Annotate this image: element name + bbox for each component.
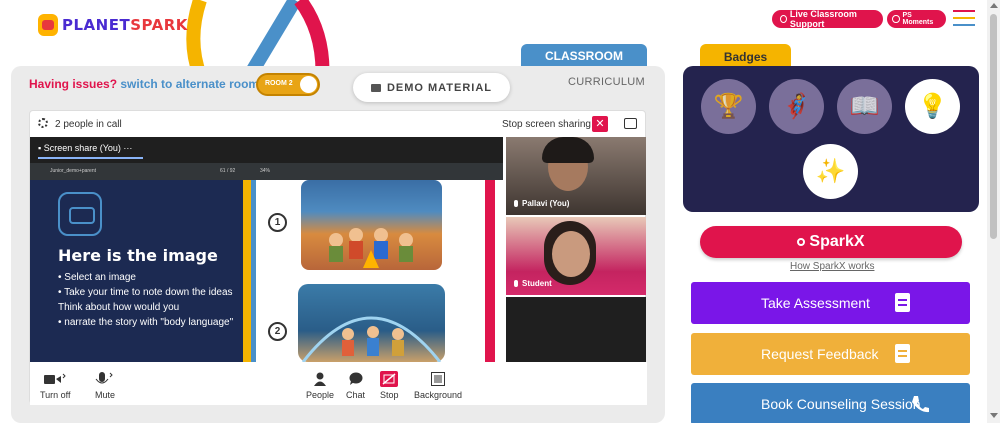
scroll-down-icon[interactable] (990, 413, 998, 418)
hamburger-menu-icon[interactable] (953, 10, 975, 28)
aquarium-scene-image[interactable] (298, 284, 445, 363)
room-toggle[interactable]: ROOM 2 (256, 73, 320, 96)
microphone-icon (94, 371, 116, 387)
chat-button[interactable]: Chat (346, 371, 365, 400)
robot-icon (58, 192, 102, 236)
pdf-toolbar: Junior_demo+parent 61 / 92 34% (30, 163, 503, 180)
how-sparkx-works-link[interactable]: How SparkX works (790, 261, 874, 272)
switch-room-link[interactable]: switch to alternate room (120, 77, 259, 91)
mic-icon (514, 200, 518, 207)
scroll-thumb[interactable] (990, 14, 997, 239)
background-icon (431, 371, 446, 387)
number-badge: 2 (268, 322, 287, 341)
chat-bubble-icon (349, 371, 363, 387)
toggle-knob (300, 76, 317, 93)
support-icon (780, 15, 787, 23)
request-feedback-button[interactable]: Request Feedback (691, 333, 970, 375)
camera-icon (44, 371, 66, 387)
demo-material-button[interactable]: DEMO MATERIAL (353, 73, 510, 102)
camera-toggle-button[interactable]: Turn off (40, 371, 71, 400)
person-icon (313, 371, 327, 387)
planetspark-logo[interactable]: PLANETSPARK (38, 14, 188, 36)
alternate-room-prompt: Having issues? switch to alternate room (29, 77, 260, 91)
stop-sharing-close-icon[interactable]: ✕ (592, 116, 608, 132)
document-icon (895, 344, 910, 363)
moments-icon (892, 15, 900, 23)
ps-moments-button[interactable]: PS Moments (887, 10, 946, 28)
settings-icon[interactable] (38, 118, 48, 128)
book-counseling-button[interactable]: Book Counseling Session (691, 383, 970, 423)
trophy-badge-icon[interactable]: 🏆 (701, 79, 756, 134)
screen-share-tab: ▪ Screen share (You) ··· (38, 143, 144, 159)
people-button[interactable]: People (306, 371, 334, 400)
mute-button[interactable]: Mute (94, 371, 116, 400)
campfire-scene-image[interactable] (301, 180, 442, 270)
participant-video-pallavi[interactable]: Pallavi (You) (506, 137, 646, 215)
slide-right-pane: 1 2 (243, 180, 503, 363)
call-controls: Turn off Mute People Chat Stop Backgroun… (30, 362, 647, 405)
clipboard-icon (895, 293, 910, 312)
call-header: 2 people in call Stop screen sharing ✕ (30, 111, 647, 137)
video-call-window: 2 people in call Stop screen sharing ✕ ▪… (29, 110, 647, 405)
screen-share-area: ▪ Screen share (You) ··· Junior_demo+par… (30, 137, 503, 363)
slide-bullets: • Select an image • Take your time to no… (58, 272, 234, 328)
mic-icon (514, 280, 518, 287)
picture-in-picture-icon[interactable] (624, 118, 637, 129)
spark-badge-icon[interactable]: ✨ (803, 144, 858, 199)
live-classroom-support-button[interactable]: Live Classroom Support (772, 9, 883, 29)
stop-sharing-label: Stop screen sharing (502, 119, 591, 130)
phone-icon (912, 396, 929, 413)
people-count: 2 people in call (55, 119, 122, 130)
scroll-up-icon[interactable] (990, 3, 998, 8)
number-badge: 1 (268, 213, 287, 232)
folder-icon (370, 83, 381, 92)
participant-video-student[interactable]: Student (506, 217, 646, 295)
robot-logo-icon (38, 14, 58, 36)
badges-panel: 🏆 🦸 📖 💡 ✨ (683, 66, 979, 212)
slide-title: Here is the image (58, 246, 218, 265)
take-assessment-button[interactable]: Take Assessment (691, 282, 970, 324)
stop-present-icon (380, 371, 399, 387)
stop-share-button[interactable]: Stop (380, 371, 399, 400)
sparkx-icon (797, 238, 806, 246)
slide-left-pane: Here is the image • Select an image • Ta… (30, 180, 243, 362)
idea-badge-icon[interactable]: 💡 (905, 79, 960, 134)
tab-curriculum[interactable]: CURRICULUM (568, 76, 645, 88)
background-button[interactable]: Background (414, 371, 462, 400)
hero-badge-icon[interactable]: 🦸 (769, 79, 824, 134)
page-scrollbar[interactable] (987, 0, 1000, 423)
tab-classroom[interactable]: CLASSROOM (521, 44, 647, 68)
reading-badge-icon[interactable]: 📖 (837, 79, 892, 134)
sparkx-button[interactable]: SparkX (700, 226, 962, 258)
logo-text: PLANETSPARK (62, 16, 188, 34)
